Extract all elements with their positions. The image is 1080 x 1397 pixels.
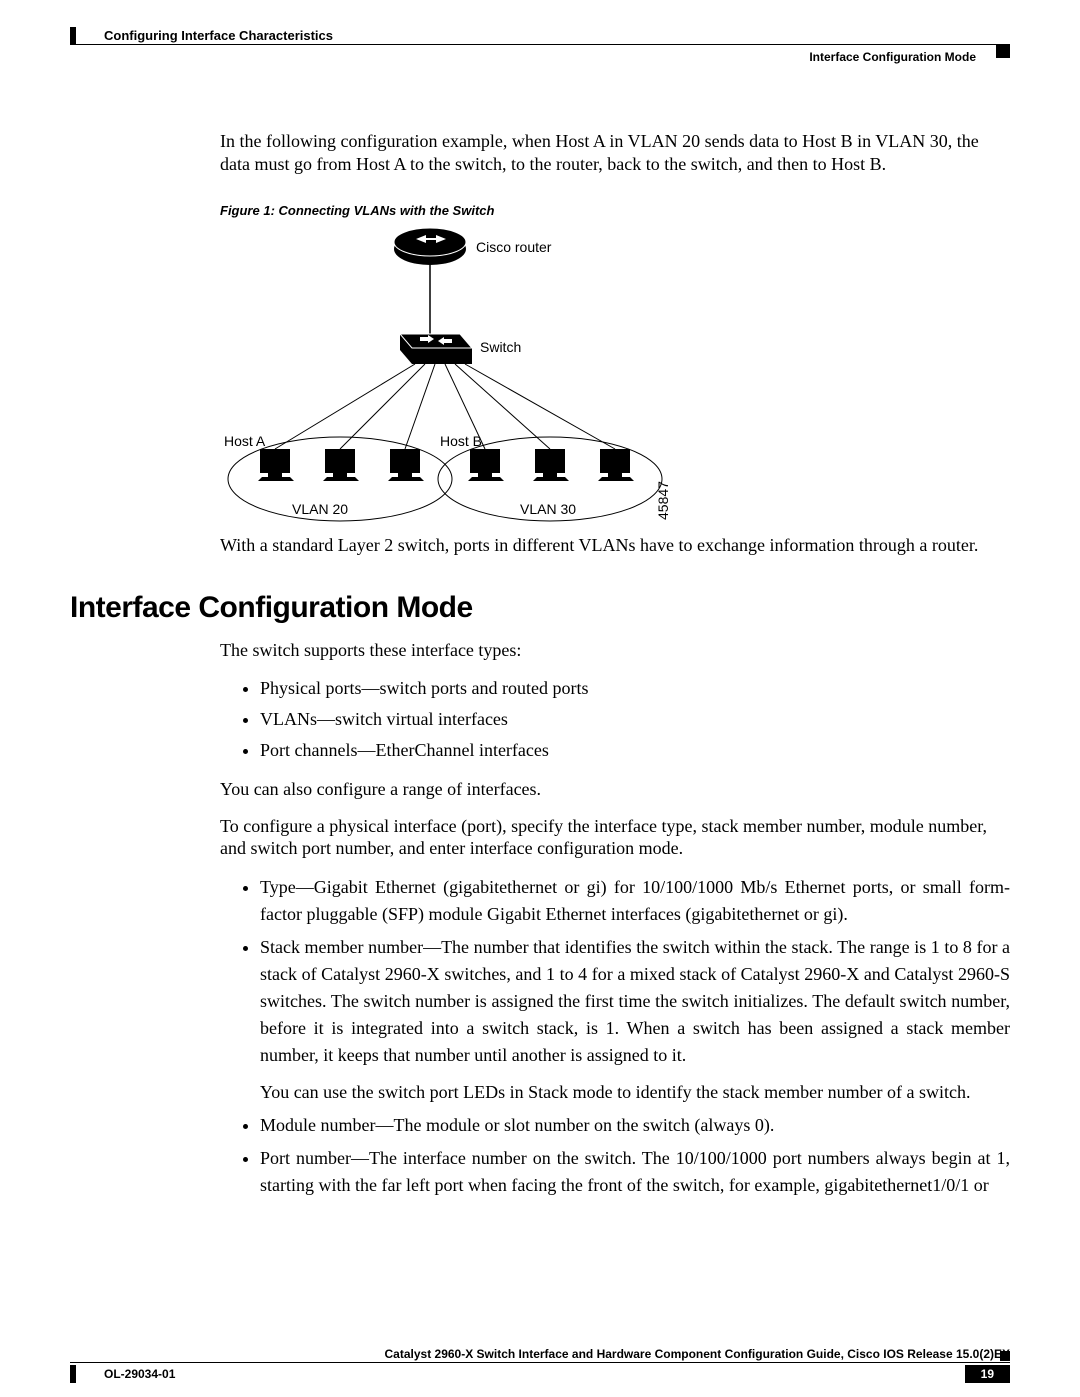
- host-b-label: Host B: [440, 433, 482, 449]
- list-item: Type—Gigabit Ethernet (gigabitethernet o…: [260, 874, 1010, 928]
- section-title: Interface Configuration Mode: [809, 50, 976, 64]
- host-a-label: Host A: [224, 433, 266, 449]
- switch-label: Switch: [480, 339, 521, 355]
- vlan20-label: VLAN 20: [292, 501, 348, 517]
- router-label: Cisco router: [476, 239, 552, 255]
- list-item: Port channels—EtherChannel interfaces: [260, 737, 1010, 764]
- chapter-title: Configuring Interface Characteristics: [104, 28, 333, 43]
- figure-diagram: Cisco router Switch: [220, 224, 680, 524]
- paragraph-configure: To configure a physical interface (port)…: [220, 815, 1010, 860]
- paragraph-types-intro: The switch supports these interface type…: [220, 639, 1010, 662]
- page-number: 19: [965, 1365, 1010, 1383]
- intro-paragraph: In the following configuration example, …: [220, 130, 1010, 175]
- list-item: Port number—The interface number on the …: [260, 1145, 1010, 1199]
- list-item: Stack member number—The number that iden…: [260, 934, 1010, 1106]
- interface-type-list: Physical ports—switch ports and routed p…: [240, 675, 1010, 764]
- header-rule: [70, 44, 1010, 45]
- footer-vbar: [70, 1365, 76, 1383]
- list-item: Module number—The module or slot number …: [260, 1112, 1010, 1139]
- configure-params-list: Type—Gigabit Ethernet (gigabitethernet o…: [240, 874, 1010, 1199]
- section-heading: Interface Configuration Mode: [70, 591, 1010, 625]
- header-vbar: [70, 27, 76, 45]
- paragraph-range: You can also configure a range of interf…: [220, 778, 1010, 801]
- figure-caption: Figure 1: Connecting VLANs with the Swit…: [220, 203, 1010, 218]
- page-content: In the following configuration example, …: [70, 130, 1010, 1213]
- list-item: VLANs—switch virtual interfaces: [260, 706, 1010, 733]
- figure-id: 45847: [655, 481, 671, 520]
- vlan30-label: VLAN 30: [520, 501, 576, 517]
- post-figure-paragraph: With a standard Layer 2 switch, ports in…: [220, 534, 1010, 557]
- switch-icon: [400, 334, 472, 364]
- list-item: Physical ports—switch ports and routed p…: [260, 675, 1010, 702]
- footer-rule: [70, 1362, 1010, 1363]
- header-square: [996, 44, 1010, 58]
- book-title: Catalyst 2960-X Switch Interface and Har…: [385, 1347, 1011, 1361]
- document-id: OL-29034-01: [104, 1367, 175, 1381]
- page: Configuring Interface Characteristics In…: [0, 0, 1080, 1397]
